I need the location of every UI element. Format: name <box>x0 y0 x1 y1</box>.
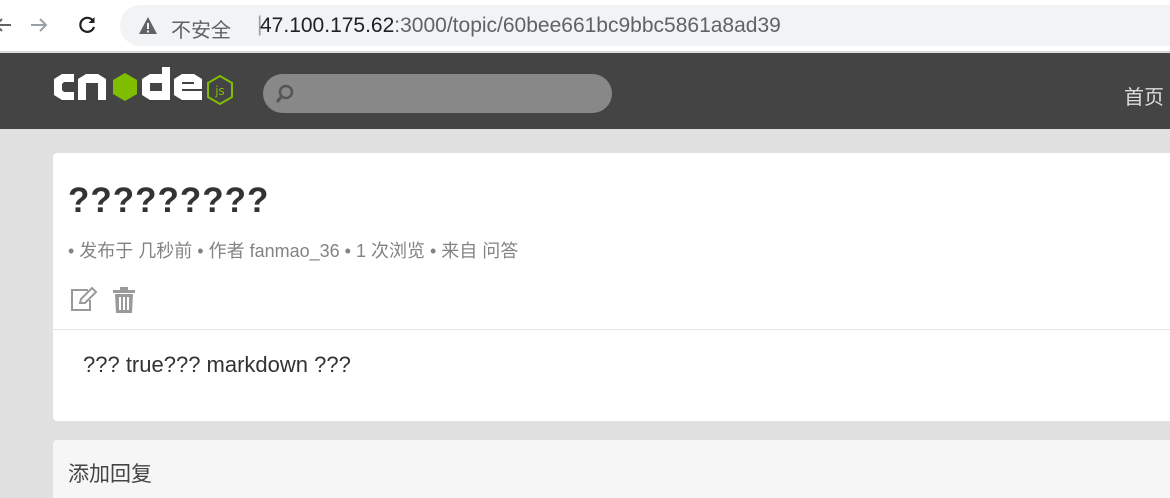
svg-text:js: js <box>214 84 225 98</box>
reply-panel: 添加回复 <box>53 440 1170 498</box>
forward-arrow-icon <box>31 18 48 32</box>
reload-button[interactable] <box>72 10 102 40</box>
back-button[interactable] <box>0 10 18 40</box>
url-path: :3000/topic/60bee661bc9bbc5861a8ad39 <box>394 14 781 37</box>
trash-icon[interactable] <box>112 286 136 314</box>
not-secure-label: 不安全 <box>171 20 231 42</box>
address-bar[interactable]: 不安全 | 47.100.175.62:3000/topic/60bee661b… <box>120 5 1170 46</box>
browser-toolbar: 不安全 | 47.100.175.62:3000/topic/60bee661b… <box>0 0 1170 52</box>
warning-icon <box>139 17 157 34</box>
topic-body: ??? true??? markdown ??? <box>83 352 351 377</box>
forward-button[interactable] <box>24 10 54 40</box>
url-text[interactable]: 47.100.175.62:3000/topic/60bee661bc9bbc5… <box>260 14 781 38</box>
topic-meta: • 发布于 几秒前 • 作者 fanmao_36 • 1 次浏览 • 来自 问答 <box>68 241 519 261</box>
topic-panel: ????????? • 发布于 几秒前 • 作者 fanmao_36 • 1 次… <box>53 153 1170 421</box>
search-icon <box>275 84 294 103</box>
topic-title: ????????? <box>68 181 270 220</box>
edit-icon[interactable] <box>68 286 98 314</box>
site-navbar: js 首页 <box>0 53 1170 129</box>
search-input[interactable] <box>303 74 603 113</box>
search-box[interactable] <box>263 74 612 113</box>
back-arrow-icon <box>0 18 11 32</box>
url-host: 47.100.175.62 <box>260 14 395 37</box>
reply-header: 添加回复 <box>68 463 152 486</box>
reload-icon <box>79 16 96 33</box>
cnodejs-logo[interactable]: js <box>52 65 242 113</box>
nav-home-link[interactable]: 首页 <box>1124 81 1164 110</box>
divider <box>53 329 1170 330</box>
